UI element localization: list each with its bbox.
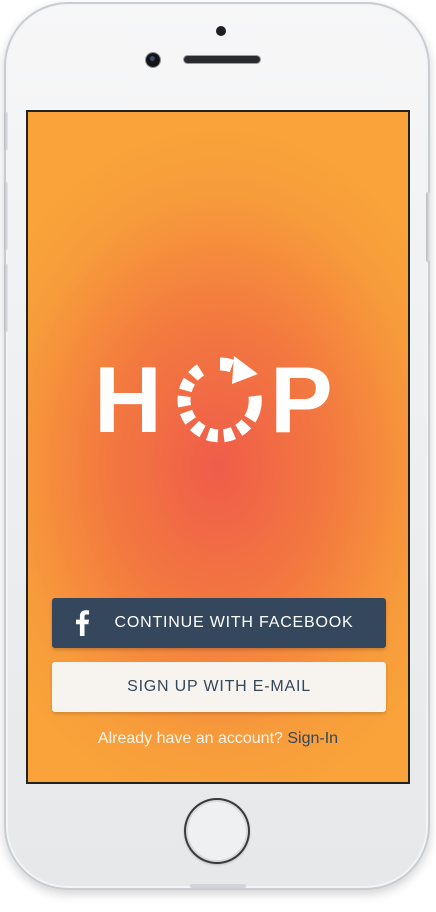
facebook-button-label: CONTINUE WITH FACEBOOK (114, 614, 354, 631)
bottom-edge (190, 884, 246, 888)
logo-letter-h: H (94, 347, 162, 452)
proximity-sensor (216, 26, 226, 36)
continue-with-facebook-button[interactable]: CONTINUE WITH FACEBOOK (52, 598, 386, 648)
home-button[interactable] (184, 798, 250, 864)
signin-link[interactable]: Sign-In (287, 730, 338, 747)
sign-up-email-button[interactable]: SIGN UP WITH E-MAIL (52, 662, 386, 712)
email-button-label: SIGN UP WITH E-MAIL (127, 678, 311, 695)
power-button (426, 192, 430, 262)
signin-prompt-row: Already have an account? Sign-In (28, 730, 408, 748)
refresh-circle-icon (177, 356, 262, 443)
volume-up-button (4, 182, 8, 250)
facebook-icon (76, 610, 89, 636)
logo-letter-p: P (270, 347, 333, 452)
front-camera (146, 53, 160, 67)
app-screen: H P CONTINUE WITH FACEBOOK SIGN UP WITH … (26, 110, 410, 784)
signin-prompt-text: Already have an account? (97, 730, 283, 747)
hop-logo: H P (94, 347, 344, 452)
earpiece-speaker (184, 56, 260, 63)
volume-down-button (4, 264, 8, 332)
mute-switch (4, 112, 8, 150)
